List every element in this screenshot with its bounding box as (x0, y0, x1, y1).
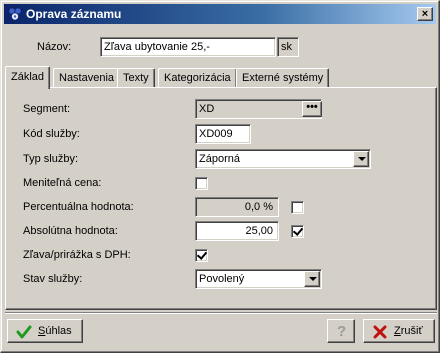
chevron-down-icon[interactable] (353, 151, 369, 167)
stav-sluzby-label: Stav služby: (23, 273, 83, 285)
zlava-dph-label: Zľava/prirážka s DPH: (23, 249, 131, 261)
percentualna-hodnota-checkbox[interactable] (291, 201, 304, 214)
segment-browse-button[interactable]: ••• (302, 101, 322, 117)
percentualna-hodnota-label: Percentuálna hodnota: (23, 201, 134, 213)
absolutna-hodnota-checkbox[interactable] (291, 225, 304, 238)
segment-label: Segment: (23, 103, 71, 115)
chevron-down-icon[interactable] (304, 271, 320, 287)
ellipsis-icon: ••• (306, 101, 318, 113)
stav-sluzby-value: Povolený (199, 273, 245, 285)
kod-sluzby-input[interactable]: XD009 (195, 124, 251, 144)
typ-sluzby-value: Záporná (199, 153, 240, 165)
menitelna-cena-checkbox[interactable] (195, 177, 208, 190)
menitelna-cena-label: Meniteľná cena: (23, 177, 102, 189)
stav-sluzby-select[interactable]: Povolený (195, 269, 322, 289)
typ-sluzby-label: Typ služby: (23, 153, 79, 165)
absolutna-hodnota-label: Absolútna hodnota: (23, 225, 118, 237)
typ-sluzby-select[interactable]: Záporná (195, 149, 371, 169)
kod-sluzby-label: Kód služby: (23, 128, 80, 140)
dialog-window: Oprava záznamu × Názov: Zľava ubytovanie… (0, 0, 440, 353)
zlava-dph-checkbox[interactable] (195, 249, 208, 262)
percentualna-hodnota-input[interactable]: 0,0 % (195, 197, 279, 217)
absolutna-hodnota-input[interactable]: 25,00 (195, 221, 279, 241)
